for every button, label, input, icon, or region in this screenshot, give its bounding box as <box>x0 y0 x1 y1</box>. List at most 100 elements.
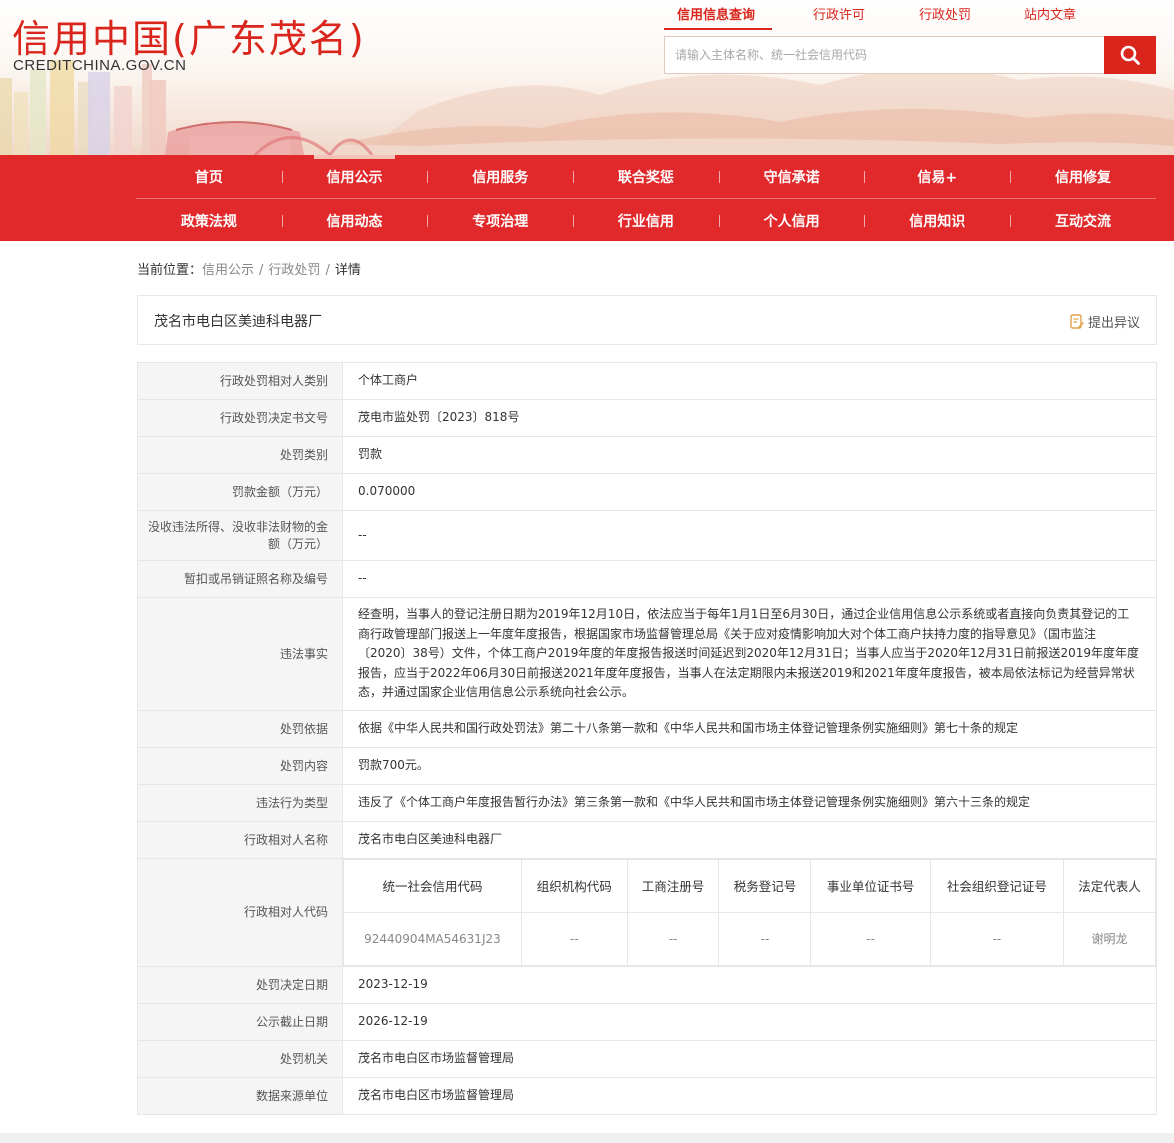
detail-value: 0.070000 <box>342 473 1157 511</box>
site-logo-title[interactable]: 信用中国(广东茂名) <box>12 8 366 63</box>
detail-row-penalty-basis: 处罚依据 依据《中华人民共和国行政处罚法》第二十八条第一款和《中华人民共和国市场… <box>137 710 1157 748</box>
detail-label: 行政相对人代码 <box>137 858 343 967</box>
breadcrumb-prefix: 当前位置： <box>137 263 203 278</box>
search-box <box>664 36 1156 74</box>
codes-value-business-reg-no: -- <box>626 912 720 966</box>
top-link-admin-penalty[interactable]: 行政处罚 <box>919 4 971 23</box>
detail-value: 茂名市电白区美迪科电器厂 <box>342 821 1157 859</box>
party-codes-cell: 统一社会信用代码 组织机构代码 工商注册号 税务登记号 事业单位证书号 社会组织… <box>342 858 1157 967</box>
detail-value: 经查明，当事人的登记注册日期为2019年12月10日，依法应当于每年1月1日至6… <box>342 597 1157 711</box>
footer-strip <box>0 1133 1174 1143</box>
detail-value: 依据《中华人民共和国行政处罚法》第二十八条第一款和《中华人民共和国市场主体登记管… <box>342 710 1157 748</box>
detail-row-party-codes: 行政相对人代码 统一社会信用代码 组织机构代码 工商注册号 税务登记号 事业单位… <box>137 858 1157 967</box>
nav-item-policies[interactable]: 政策法规 <box>136 199 282 242</box>
top-link-credit-query[interactable]: 信用信息查询 <box>677 4 755 23</box>
detail-value: 个体工商户 <box>342 362 1157 400</box>
detail-label: 处罚机关 <box>137 1040 343 1078</box>
codes-value-social-org-cert-no: -- <box>929 912 1065 966</box>
breadcrumb-current: 详情 <box>334 263 361 278</box>
main-nav-row-2: 政策法规 信用动态 专项治理 行业信用 个人信用 信用知识 互动交流 <box>136 198 1156 241</box>
main-nav: 首页 信用公示 信用服务 联合奖惩 守信承诺 信易+ 信用修复 政策法规 信用动… <box>0 155 1174 241</box>
search-button[interactable] <box>1104 36 1156 74</box>
breadcrumb-credit-publicity[interactable]: 信用公示 <box>202 263 254 278</box>
detail-label: 公示截止日期 <box>137 1003 343 1041</box>
nav-item-credit-commitment[interactable]: 守信承诺 <box>718 155 865 198</box>
detail-row-license-revocation: 暂扣或吊销证照名称及编号 -- <box>137 560 1157 598</box>
nav-item-credit-publicity[interactable]: 信用公示 <box>281 155 428 198</box>
detail-value: 2026-12-19 <box>342 1003 1157 1041</box>
detail-label: 处罚决定日期 <box>137 966 343 1004</box>
detail-label: 违法事实 <box>137 597 343 711</box>
main-nav-row-1: 首页 信用公示 信用服务 联合奖惩 守信承诺 信易+ 信用修复 <box>136 155 1156 198</box>
nav-item-interaction[interactable]: 互动交流 <box>1010 199 1156 242</box>
detail-value: 违反了《个体工商户年度报告暂行办法》第三条第一款和《中华人民共和国市场主体登记管… <box>342 784 1157 822</box>
detail-label: 没收违法所得、没收非法财物的金额（万元） <box>137 510 343 561</box>
detail-row-decision-date: 处罚决定日期 2023-12-19 <box>137 966 1157 1004</box>
search-input[interactable] <box>665 37 1105 73</box>
detail-value: 茂名市电白区市场监督管理局 <box>342 1040 1157 1078</box>
breadcrumb-admin-penalty[interactable]: 行政处罚 <box>268 263 320 278</box>
nav-item-personal-credit[interactable]: 个人信用 <box>718 199 865 242</box>
nav-item-credit-service[interactable]: 信用服务 <box>427 155 573 198</box>
top-link-active-indicator <box>664 28 772 30</box>
detail-row-decision-number: 行政处罚决定书文号 茂电市监处罚〔2023〕818号 <box>137 399 1157 437</box>
detail-row-publicity-end-date: 公示截止日期 2026-12-19 <box>137 1003 1157 1041</box>
entity-title-card: 茂名市电白区美迪科电器厂 提出异议 <box>137 295 1157 345</box>
nav-item-joint-reward-punishment[interactable]: 联合奖惩 <box>573 155 719 198</box>
search-icon <box>1120 45 1140 65</box>
party-codes-value-row: 92440904MA54631J23 -- -- -- -- -- 谢明龙 <box>343 912 1156 966</box>
entity-name: 茂名市电白区美迪科电器厂 <box>154 314 322 330</box>
codes-value-org-code: -- <box>520 912 628 966</box>
detail-label: 违法行为类型 <box>137 784 343 822</box>
header-banner: 信用中国(广东茂名) CREDITCHINA.GOV.CN 信用信息查询 行政许… <box>0 0 1174 155</box>
nav-item-credit-plus[interactable]: 信易+ <box>864 155 1010 198</box>
codes-value-unified-credit-code: 92440904MA54631J23 <box>343 912 522 966</box>
detail-label: 处罚依据 <box>137 710 343 748</box>
detail-row-penalty-content: 处罚内容 罚款700元。 <box>137 747 1157 785</box>
breadcrumb-separator: / <box>259 263 264 278</box>
party-codes-table: 统一社会信用代码 组织机构代码 工商注册号 税务登记号 事业单位证书号 社会组织… <box>343 859 1156 966</box>
nav-item-special-governance[interactable]: 专项治理 <box>427 199 573 242</box>
nav-item-credit-knowledge[interactable]: 信用知识 <box>864 199 1010 242</box>
codes-header-org-code: 组织机构代码 <box>520 859 628 913</box>
nav-item-industry-credit[interactable]: 行业信用 <box>573 199 719 242</box>
detail-row-confiscation-amount: 没收违法所得、没收非法财物的金额（万元） -- <box>137 510 1157 561</box>
codes-header-business-reg-no: 工商注册号 <box>626 859 720 913</box>
detail-label: 暂扣或吊销证照名称及编号 <box>137 560 343 598</box>
top-link-admin-license[interactable]: 行政许可 <box>813 4 865 23</box>
detail-label: 行政相对人名称 <box>137 821 343 859</box>
detail-label: 处罚内容 <box>137 747 343 785</box>
detail-label: 处罚类别 <box>137 436 343 474</box>
objection-label: 提出异议 <box>1087 316 1140 331</box>
detail-row-penalty-category: 处罚类别 罚款 <box>137 436 1157 474</box>
detail-label: 行政处罚决定书文号 <box>137 399 343 437</box>
codes-value-legal-rep: 谢明龙 <box>1063 912 1156 966</box>
nav-item-credit-news[interactable]: 信用动态 <box>281 199 428 242</box>
codes-header-social-org-cert-no: 社会组织登记证号 <box>929 859 1065 913</box>
detail-row-penalty-authority: 处罚机关 茂名市电白区市场监督管理局 <box>137 1040 1157 1078</box>
detail-value: 罚款700元。 <box>342 747 1157 785</box>
codes-header-legal-rep: 法定代表人 <box>1063 859 1156 913</box>
top-links: 信用信息查询 行政许可 行政处罚 站内文章 <box>664 4 1132 30</box>
top-link-site-articles[interactable]: 站内文章 <box>1024 4 1076 23</box>
codes-header-institution-cert-no: 事业单位证书号 <box>810 859 931 913</box>
codes-header-unified-credit-code: 统一社会信用代码 <box>343 859 522 913</box>
detail-row-violation-type: 违法行为类型 违反了《个体工商户年度报告暂行办法》第三条第一款和《中华人民共和国… <box>137 784 1157 822</box>
detail-value: 茂电市监处罚〔2023〕818号 <box>342 399 1157 437</box>
detail-label: 罚款金额（万元） <box>137 473 343 511</box>
codes-value-tax-reg-no: -- <box>718 912 812 966</box>
nav-item-home[interactable]: 首页 <box>136 155 282 198</box>
penalty-detail-table: 行政处罚相对人类别 个体工商户 行政处罚决定书文号 茂电市监处罚〔2023〕81… <box>137 362 1157 1115</box>
site-logo-domain: CREDITCHINA.GOV.CN <box>13 57 187 74</box>
detail-value: 2023-12-19 <box>342 966 1157 1004</box>
breadcrumb: 当前位置：信用公示 / 行政处罚 / 详情 <box>137 259 361 278</box>
objection-button[interactable]: 提出异议 <box>1070 312 1140 331</box>
detail-row-data-source: 数据来源单位 茂名市电白区市场监督管理局 <box>137 1077 1157 1115</box>
party-codes-header-row: 统一社会信用代码 组织机构代码 工商注册号 税务登记号 事业单位证书号 社会组织… <box>343 859 1156 913</box>
detail-row-party-type: 行政处罚相对人类别 个体工商户 <box>137 362 1157 400</box>
detail-value: -- <box>342 510 1157 561</box>
codes-header-tax-reg-no: 税务登记号 <box>718 859 812 913</box>
nav-item-credit-repair[interactable]: 信用修复 <box>1010 155 1156 198</box>
detail-label: 数据来源单位 <box>137 1077 343 1115</box>
detail-label: 行政处罚相对人类别 <box>137 362 343 400</box>
